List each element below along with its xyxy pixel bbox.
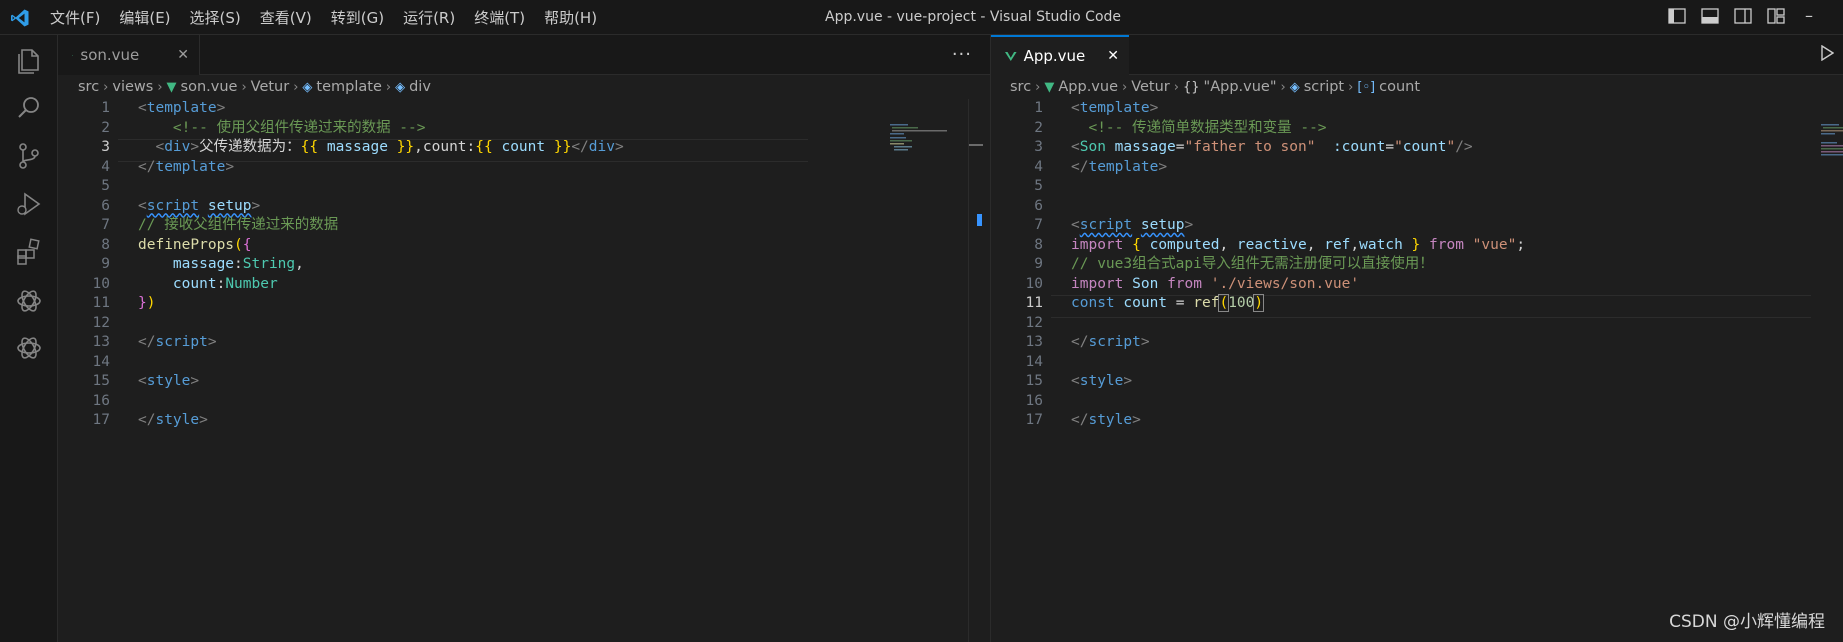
line-number: 17 — [1025, 412, 1043, 428]
variable-icon: [◦] — [1357, 79, 1376, 95]
chevron-right-icon: › — [241, 79, 247, 95]
menu-item[interactable]: 转到(G) — [331, 7, 384, 28]
minimap[interactable] — [890, 124, 950, 164]
code-line[interactable]: 17 </style> — [58, 409, 990, 432]
code-text: </style> — [138, 412, 208, 428]
menu-item[interactable]: 帮助(H) — [544, 7, 597, 28]
layout-controls — [1655, 8, 1787, 26]
module-icon: {} — [1182, 79, 1200, 95]
close-icon[interactable]: ✕ — [177, 47, 189, 63]
chevron-right-icon: › — [293, 79, 299, 95]
vue-file-icon: ▼ — [1044, 79, 1055, 95]
tab-son-vue[interactable]: son.vue ✕ — [58, 35, 200, 75]
extensions-icon[interactable] — [13, 236, 45, 268]
tab-app-vue[interactable]: App.vue ✕ — [991, 35, 1129, 75]
code-text: </style> — [1071, 412, 1141, 428]
menu-item[interactable]: 查看(V) — [260, 7, 312, 28]
chevron-right-icon: › — [1173, 79, 1179, 95]
toggle-panel-icon[interactable] — [1701, 8, 1721, 26]
chatgpt-icon[interactable] — [13, 285, 45, 317]
tab-label: son.vue — [80, 46, 140, 64]
minimap[interactable] — [1821, 124, 1843, 164]
code-line[interactable]: 17 </style> — [991, 409, 1843, 432]
breadcrumb-item[interactable]: template — [316, 79, 381, 95]
breadcrumb-item[interactable]: "App.vue" — [1204, 79, 1277, 95]
chevron-right-icon: › — [157, 79, 163, 95]
breadcrumb-item[interactable]: div — [409, 79, 431, 95]
symbol-icon: ◈ — [1289, 79, 1300, 95]
vertical-scrollbar[interactable] — [968, 99, 983, 642]
breadcrumb-item[interactable]: src — [78, 79, 99, 95]
customize-layout-icon[interactable] — [1767, 8, 1787, 26]
chevron-right-icon: › — [103, 79, 109, 95]
vscode-logo-icon — [11, 9, 29, 27]
chevron-right-icon: › — [1035, 79, 1041, 95]
source-control-icon[interactable] — [13, 140, 45, 172]
close-icon[interactable]: ✕ — [1107, 48, 1119, 64]
editor-group-right: App.vue ✕ src › ▼ App.vue › Vetur ›{} "App.vue"… — [990, 35, 1843, 642]
breadcrumb-item[interactable]: son.vue — [181, 79, 238, 95]
tab-strip: son.vue ✕ ··· — [58, 35, 990, 75]
chatgpt-icon[interactable] — [13, 332, 45, 364]
more-actions-button[interactable]: ··· — [952, 44, 972, 65]
toggle-secondary-sidebar-icon[interactable] — [1734, 8, 1754, 26]
vue-file-icon — [72, 54, 74, 56]
breadcrumb-item[interactable]: count — [1379, 79, 1420, 95]
title-bar: 文件(F) 编辑(E) 选择(S) 查看(V) 转到(G) 运行(R) 终端(T) 帮助(H)… — [0, 0, 1843, 35]
chevron-right-icon: › — [1122, 79, 1128, 95]
vue-file-icon: ▼ — [166, 79, 177, 95]
watermark: CSDN @小辉懂编程 — [1669, 612, 1825, 632]
search-icon[interactable] — [13, 92, 45, 124]
explorer-icon[interactable] — [13, 45, 45, 77]
vue-file-icon — [1005, 51, 1017, 61]
breadcrumb-item[interactable]: App.vue — [1058, 79, 1118, 95]
breadcrumb: src › views › ▼ son.vue › Vetur › ◈ template › ◈ div — [78, 75, 431, 99]
breadcrumb: src › ▼ App.vue › Vetur ›{} "App.vue" › ◈ script ›[… — [1010, 75, 1420, 99]
toggle-primary-sidebar-icon[interactable] — [1668, 8, 1688, 26]
breadcrumb-item[interactable]: src — [1010, 79, 1031, 95]
chevron-right-icon: › — [1348, 79, 1354, 95]
minimize-button[interactable]: – — [1805, 6, 1813, 25]
editor-group-left: son.vue ✕ ··· src › views › ▼ son.vue › Vetur › ◈… — [58, 35, 990, 642]
menu-item[interactable]: 终端(T) — [474, 7, 525, 28]
run-debug-icon[interactable] — [13, 188, 45, 220]
breadcrumb-item[interactable]: views — [112, 79, 153, 95]
chevron-right-icon: › — [385, 79, 392, 95]
breadcrumb-item[interactable]: Vetur — [251, 79, 290, 95]
tab-label: App.vue — [1023, 47, 1086, 65]
code-editor[interactable]: 1 <template> 2 <!-- 传递简单数据类型和变量 --> 3 <Son m… — [991, 99, 1843, 642]
window-title: App.vue - vue-project - Visual Studio Co… — [825, 9, 1122, 25]
line-number: 17 — [92, 412, 110, 428]
run-icon[interactable] — [1820, 45, 1834, 61]
tab-strip: App.vue ✕ — [991, 35, 1843, 75]
chevron-right-icon: › — [1280, 79, 1286, 95]
breadcrumb-item[interactable]: script — [1304, 79, 1344, 95]
menu-item[interactable]: 运行(R) — [403, 7, 455, 28]
menu-item[interactable]: 选择(S) — [190, 7, 241, 28]
menu-item[interactable]: 编辑(E) — [119, 7, 170, 28]
code-editor[interactable]: 1 <template> 2 <!-- 使用父组件传递过来的数据 --> 3 <div… — [58, 99, 990, 642]
menu-bar: 文件(F) 编辑(E) 选择(S) 查看(V) 转到(G) 运行(R) 终端(T) 帮助(H) — [50, 0, 616, 35]
breadcrumb-item[interactable]: Vetur — [1131, 79, 1170, 95]
symbol-icon: ◈ — [395, 79, 406, 95]
menu-item[interactable]: 文件(F) — [50, 7, 100, 28]
symbol-icon: ◈ — [302, 79, 313, 95]
activity-bar — [0, 35, 58, 642]
